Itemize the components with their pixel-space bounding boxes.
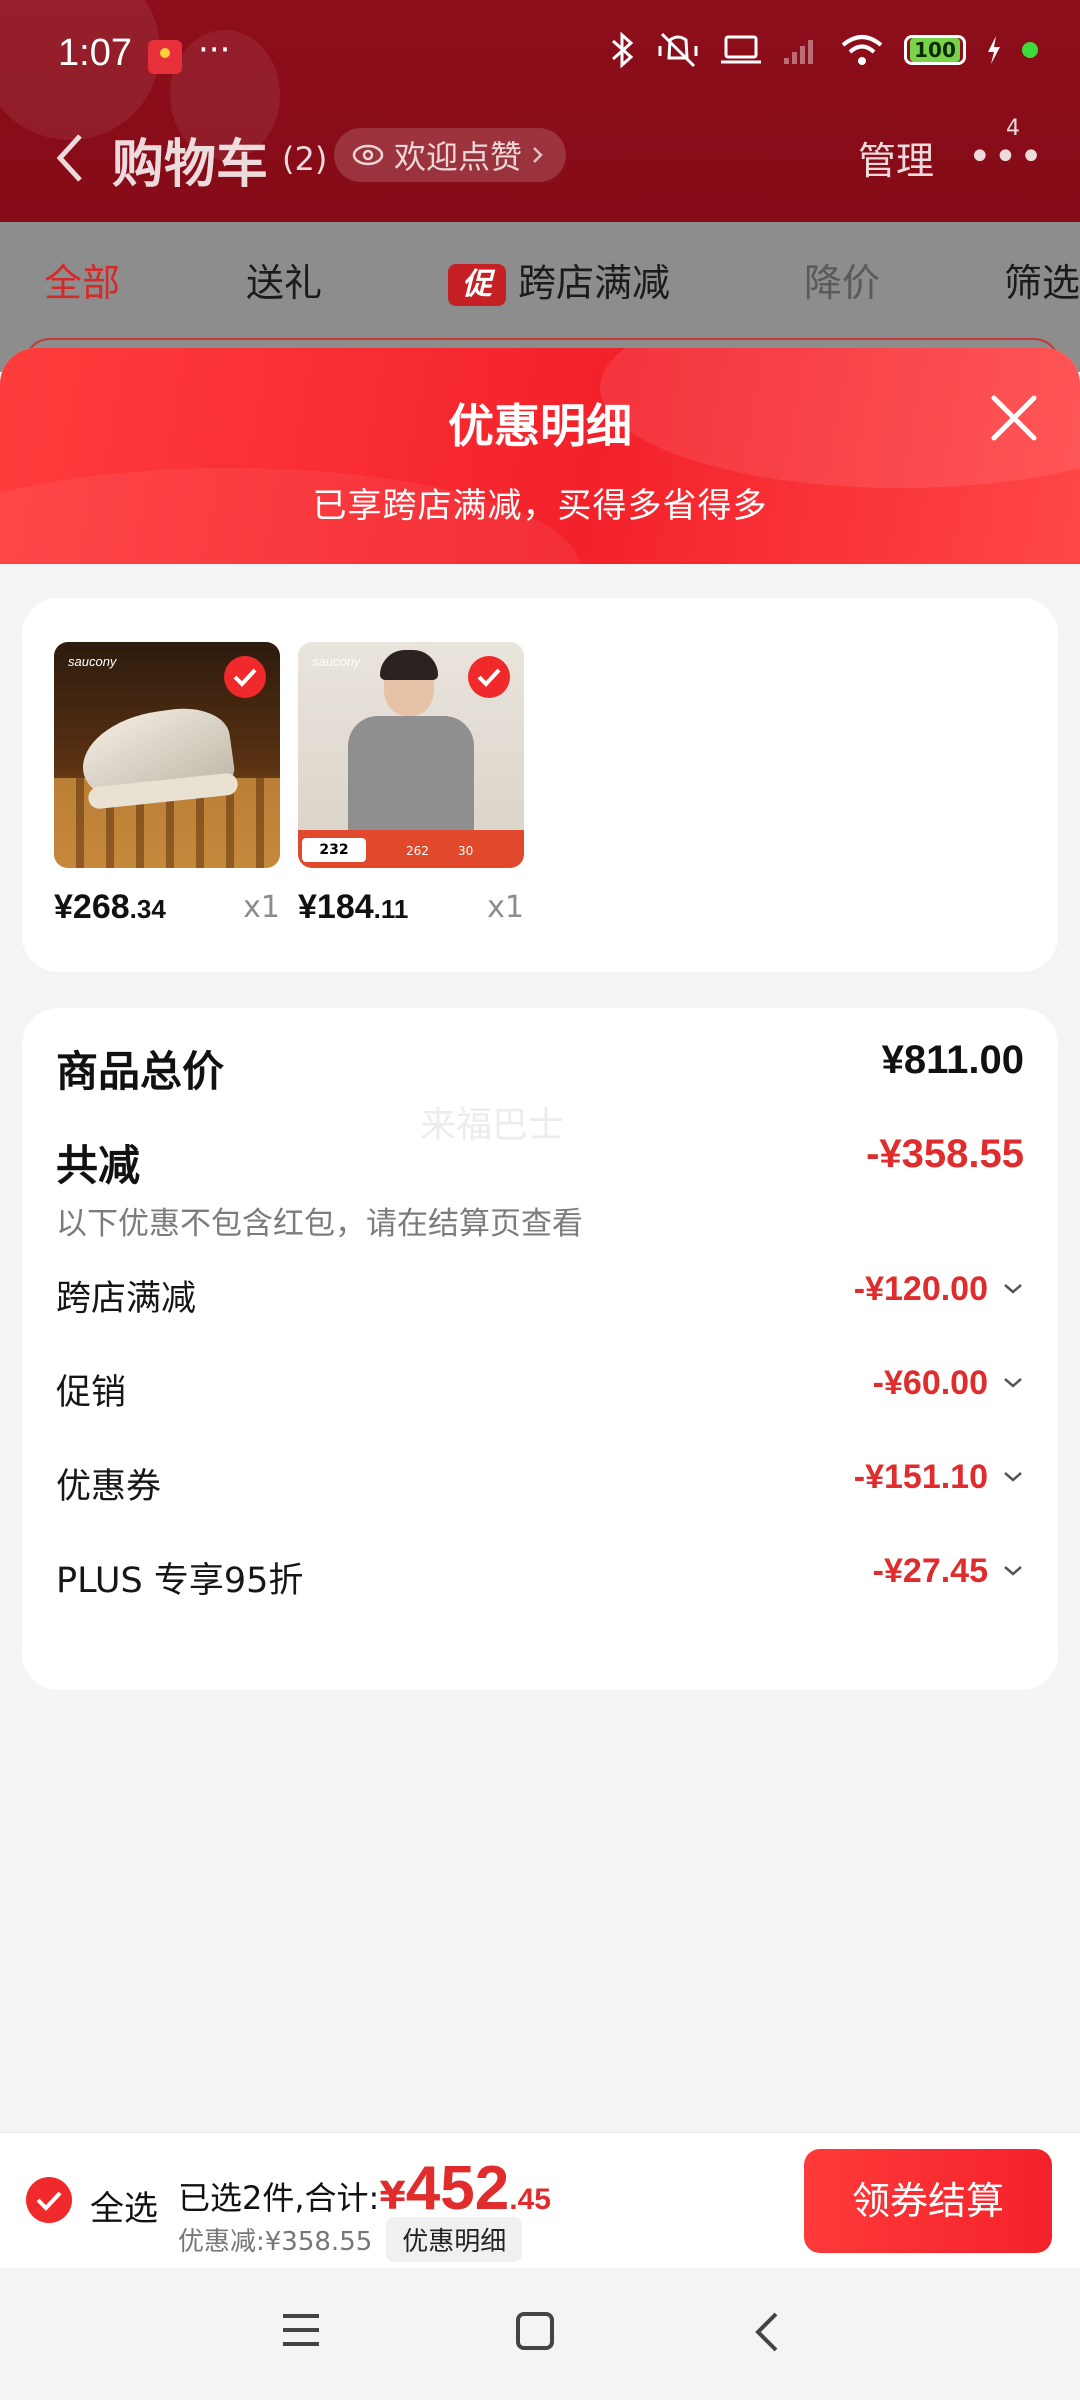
- page-title: 购物车: [112, 135, 269, 195]
- total-value: ¥811.00: [881, 1038, 1024, 1082]
- sheet-subtitle: 已享跨店满减，买得多省得多: [312, 486, 768, 526]
- discount-item-label: 促销: [56, 1373, 127, 1413]
- cart-nav-bar: 购物车 (2) 欢迎点赞 管理 ••• 4: [0, 112, 1080, 222]
- wifi-icon: [841, 35, 883, 65]
- checked-icon[interactable]: [468, 656, 510, 698]
- status-more-indicator: ···: [198, 30, 231, 70]
- brand-logo: saucony: [312, 654, 361, 669]
- system-navigation-bar: [0, 2268, 1080, 2400]
- laptop-icon: [721, 35, 761, 64]
- battery-level: 100: [910, 38, 960, 62]
- checkout-button[interactable]: 领券结算: [804, 2149, 1052, 2253]
- app-header-background: 1:07 ··· 100 购物车 (2) 欢迎点赞 管理 ••• 4: [0, 0, 1080, 222]
- close-icon[interactable]: [986, 390, 1042, 446]
- chevron-down-icon: [1004, 1472, 1022, 1482]
- product-image: saucony: [54, 642, 280, 868]
- promo-tag-badge: 促: [448, 264, 506, 306]
- tab-gift[interactable]: 送礼: [246, 252, 322, 307]
- discount-item-plus[interactable]: PLUS 专享95折 -¥27.45: [56, 1552, 1024, 1602]
- sheet-header: 优惠明细 已享跨店满减，买得多省得多: [0, 348, 1080, 564]
- privacy-indicator-icon: [1022, 42, 1038, 58]
- eye-icon: [352, 144, 384, 166]
- discount-item-label: PLUS 专享95折: [56, 1561, 304, 1601]
- product-item[interactable]: saucony 232 262 30 ¥184.11 x1: [298, 642, 524, 926]
- discount-item-cross-store[interactable]: 跨店满减 -¥120.00: [56, 1270, 1024, 1320]
- manage-button[interactable]: 管理: [858, 130, 934, 185]
- price-integer: ¥184: [298, 888, 374, 926]
- currency-symbol: ¥: [379, 2174, 406, 2218]
- selected-products-card: saucony ¥268.34 x1 saucony 232 262 30 ¥1…: [22, 598, 1058, 972]
- total-row: 商品总价 ¥811.00: [56, 1038, 1024, 1098]
- promo-strip-number: 30: [458, 844, 474, 858]
- reduce-label: 共减: [56, 1141, 141, 1190]
- checked-icon[interactable]: [224, 656, 266, 698]
- tab-filter[interactable]: 筛选: [1004, 252, 1080, 307]
- product-item[interactable]: saucony ¥268.34 x1: [54, 642, 280, 926]
- chevron-down-icon: [1004, 1566, 1022, 1576]
- tab-all[interactable]: 全部: [44, 252, 120, 307]
- like-button[interactable]: 欢迎点赞: [334, 128, 567, 182]
- total-decimal: .45: [509, 2183, 551, 2216]
- checkout-bar: 全选 已选2件,合计:¥452.45 优惠减:¥358.55 优惠明细 领券结算: [0, 2132, 1080, 2268]
- tab-price-drop[interactable]: 降价: [804, 252, 880, 307]
- discount-note: 以下优惠不包含红包，请在结算页查看: [56, 1206, 583, 1242]
- discount-detail-sheet: 优惠明细 已享跨店满减，买得多省得多 saucony ¥268.34 x1 sa…: [0, 348, 1080, 2132]
- discount-item-coupon[interactable]: 优惠券 -¥151.10: [56, 1458, 1024, 1508]
- total-label: 商品总价: [56, 1047, 225, 1096]
- product-image: saucony 232 262 30: [298, 642, 524, 868]
- tab-cross-store-discount[interactable]: 促跨店满减: [448, 252, 670, 307]
- silent-vibrate-icon: [658, 32, 698, 68]
- discount-summary: 优惠减:¥358.55 优惠明细: [178, 2217, 523, 2262]
- product-quantity: x1: [487, 890, 524, 925]
- discount-item-label: 跨店满减: [56, 1279, 197, 1319]
- discount-amount: 优惠减:¥358.55: [178, 2227, 373, 2257]
- price-decimal: .11: [373, 894, 409, 924]
- status-time: 1:07: [58, 32, 132, 74]
- notification-app-icon: [148, 40, 182, 74]
- discount-item-value: -¥151.10: [853, 1458, 988, 1496]
- select-all-label[interactable]: 全选: [90, 2181, 158, 2230]
- like-label: 欢迎点赞: [394, 138, 523, 176]
- price-decimal: .34: [129, 894, 166, 924]
- filter-tabs: 全部 送礼 促跨店满减 降价 筛选: [0, 222, 1080, 332]
- product-quantity: x1: [243, 890, 280, 925]
- back-icon[interactable]: [752, 2310, 782, 2354]
- promo-strip-value: 232: [302, 838, 366, 862]
- charging-icon: [988, 36, 1000, 64]
- discount-item-value: -¥120.00: [853, 1270, 988, 1308]
- back-arrow-icon[interactable]: [54, 130, 84, 186]
- sheet-title: 优惠明细: [448, 399, 632, 453]
- discount-item-label: 优惠券: [56, 1467, 162, 1507]
- chevron-right-icon: [533, 147, 543, 163]
- home-icon[interactable]: [514, 2310, 556, 2352]
- product-price: ¥268.34: [54, 888, 166, 927]
- menu-icon[interactable]: [280, 2310, 322, 2350]
- message-badge: 4: [1006, 116, 1020, 141]
- promo-strip-number: 262: [406, 844, 429, 858]
- cart-count: (2): [282, 140, 328, 178]
- brand-logo: saucony: [68, 654, 117, 669]
- product-price: ¥184.11: [298, 888, 408, 927]
- chevron-down-icon: [1004, 1378, 1022, 1388]
- promo-strip: 232 262 30: [298, 830, 524, 868]
- select-all-checkbox[interactable]: [26, 2177, 72, 2223]
- status-bar: 1:07 ··· 100: [0, 0, 1080, 112]
- total-integer: 452: [405, 2154, 510, 2223]
- reduce-value: -¥358.55: [866, 1132, 1024, 1176]
- discount-item-promotion[interactable]: 促销 -¥60.00: [56, 1364, 1024, 1414]
- price-integer: ¥268: [54, 888, 130, 926]
- bluetooth-icon: [612, 31, 634, 69]
- discount-detail-button[interactable]: 优惠明细: [386, 2217, 523, 2262]
- order-summary: 已选2件,合计:¥452.45: [178, 2153, 551, 2224]
- signal-icon: [784, 40, 813, 64]
- tab-cross-store-label: 跨店满减: [518, 261, 671, 305]
- battery-icon: 100: [904, 35, 966, 65]
- summary-prefix: 已选2件,合计:: [178, 2179, 380, 2217]
- watermark: 来福巴士: [420, 1105, 565, 1146]
- chevron-down-icon: [1004, 1284, 1022, 1294]
